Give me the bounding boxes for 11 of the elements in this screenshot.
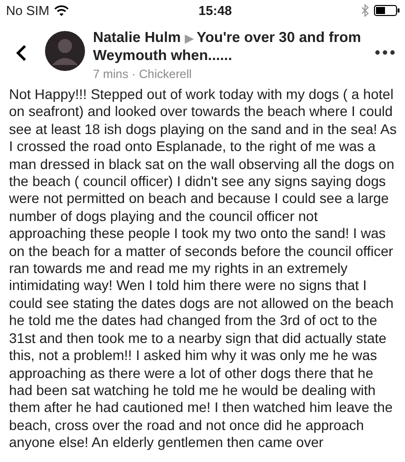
- carrier-label: No SIM: [6, 2, 50, 18]
- back-icon[interactable]: [16, 44, 27, 62]
- battery-icon: [374, 4, 400, 16]
- bluetooth-icon: [361, 4, 369, 16]
- clock-time: 15:48: [198, 2, 232, 18]
- post-meta: 7 mins · Chickerell: [93, 67, 193, 81]
- wifi-icon: [54, 4, 70, 16]
- post-text: Not Happy!!! Stepped out of work today with my dogs ( a hotel on seafront) and looked over towards the beach where I could see at least 18 ish dogs playing on the sand and in the sea! As I crossed the road onto Esplanade, to the right of me was a man dressed in black sat on the wall observing all the dogs on the beach ( council officer) I didn't see any signs saying dogs were not permitted on beach and because I could see a large number of dogs playing and the council officer not approaching these people I took my two onto the sand! I was on the beach for a matter of seconds before the council officer ran towards me and read me my rights in an extremely intimidating way! Wen I told him there were no signs that I could see stating the dates dogs are not allowed on the beach he told me the dates had changed from the 3rd of oct to the 31st and then took me to a nearby sign that did actually state this, not a problem!! I asked him why it was only me he was approaching as there were a lot of other dogs there that he had been sat watching he told me he would be dealing with them after he had cautioned me! I then watched him leave the beach, cross over the road and not once did he approach anyone else! An elderly gentlemen then came over: [8, 85, 398, 452]
- avatar-icon[interactable]: [45, 31, 85, 71]
- post-title[interactable]: Natalie Hulm ▶ You're over 30 and from Weymouth when......: [93, 30, 369, 65]
- more-icon[interactable]: [375, 50, 395, 55]
